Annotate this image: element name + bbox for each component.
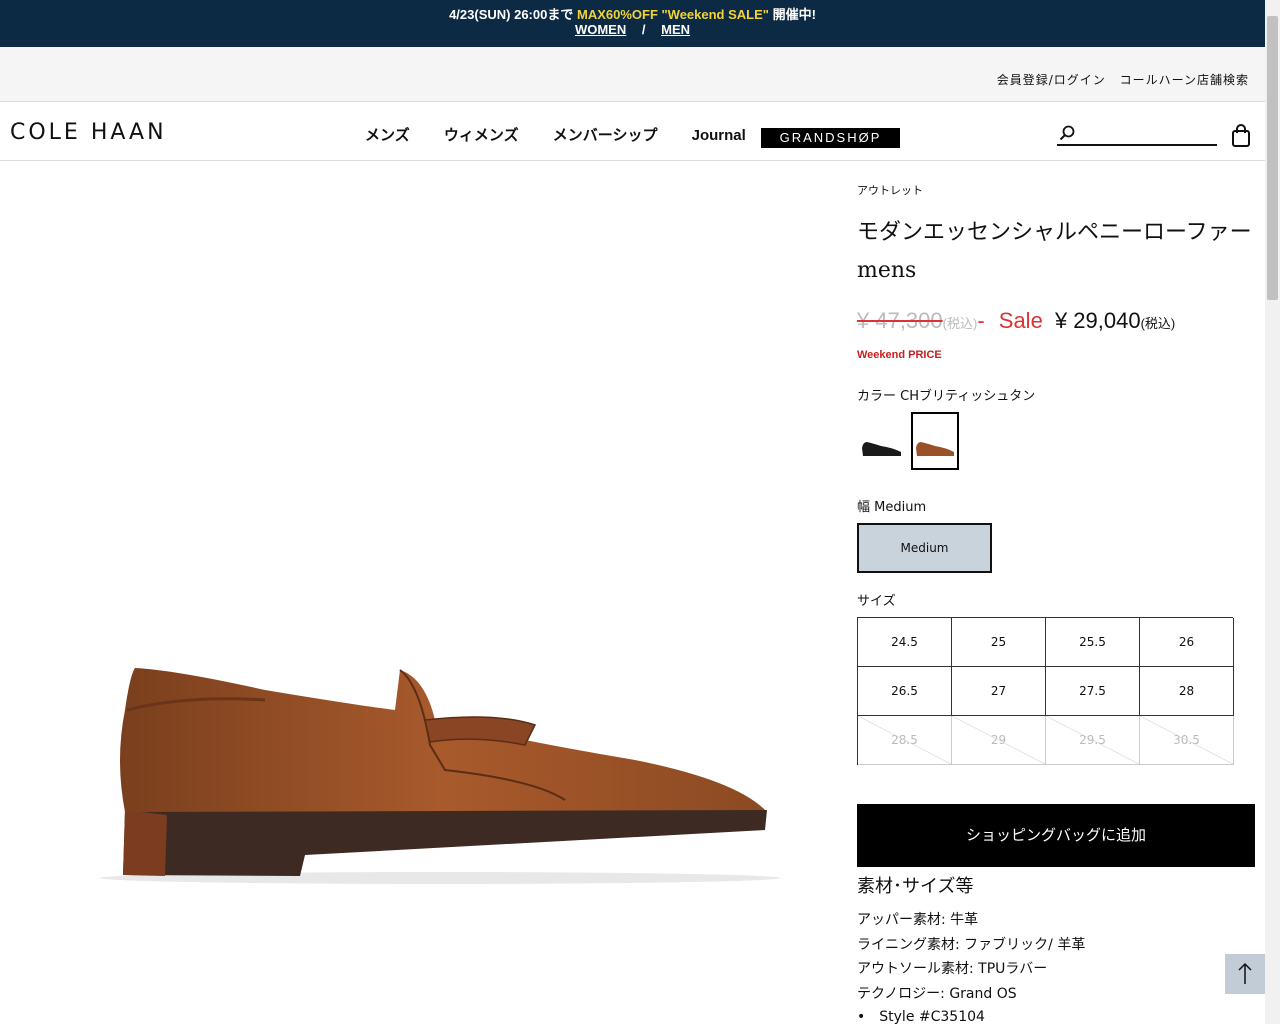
size-option[interactable]: 25.5 — [1046, 618, 1140, 667]
logo[interactable]: COLE HAAN — [10, 120, 167, 145]
shopping-bag-icon[interactable] — [1231, 124, 1251, 148]
utility-bar: 会員登録/ログイン コールハーン店舗検索 — [0, 47, 1265, 102]
price-block: ¥ 47,300(税込)- Sale ¥ 29,040(税込) — [857, 308, 1175, 334]
promo-separator: / — [641, 22, 646, 37]
size-option[interactable]: 28 — [1140, 667, 1234, 716]
style-number: Style #C35104 — [857, 1009, 985, 1025]
spec-list: アッパー素材: 牛革 ライニング素材: ファブリック/ 羊革 アウトソール素材:… — [857, 908, 1085, 1006]
color-swatch-black[interactable] — [859, 412, 907, 470]
original-tax-label: (税込) — [942, 316, 978, 331]
sale-label: Sale — [998, 308, 1043, 333]
search-input[interactable] — [1083, 124, 1213, 144]
color-swatch-british-tan[interactable] — [911, 412, 959, 470]
size-option: 30.5 — [1140, 716, 1234, 765]
sale-tax-label: (税込) — [1140, 316, 1176, 331]
original-price: ¥ 47,300 — [857, 308, 943, 333]
product-image — [100, 668, 780, 884]
promo-banner: 4/23(SUN) 26:00まで MAX60%OFF "Weekend SAL… — [0, 0, 1265, 47]
promo-women-link[interactable]: WOMEN — [575, 22, 626, 37]
arrow-up-icon[interactable] — [1225, 954, 1265, 994]
spec-upper: アッパー素材: 牛革 — [857, 912, 979, 928]
size-option[interactable]: 25 — [952, 618, 1046, 667]
scrollbar[interactable] — [1265, 0, 1280, 1024]
size-option: 29.5 — [1046, 716, 1140, 765]
search-icon[interactable] — [1059, 125, 1075, 141]
nav-item-journal[interactable]: Journal — [692, 127, 746, 144]
login-link[interactable]: 会員登録/ログイン — [997, 73, 1106, 87]
size-option[interactable]: 26 — [1140, 618, 1234, 667]
promo-suffix: 開催中! — [772, 7, 816, 22]
width-label: 幅 Medium — [857, 500, 927, 515]
search-box[interactable] — [1057, 124, 1217, 146]
width-option-medium[interactable]: Medium — [857, 523, 992, 573]
grandshop-button[interactable]: GRANDSHØP — [761, 128, 900, 148]
nav-item-womens[interactable]: ウィメンズ — [444, 127, 519, 144]
size-option: 28.5 — [858, 716, 952, 765]
price-dash: - — [977, 308, 985, 333]
size-option[interactable]: 24.5 — [858, 618, 952, 667]
nav-menu: メンズ ウィメンズ メンバーシップ Journal — [365, 124, 776, 145]
size-label: サイズ — [857, 594, 896, 609]
spec-technology: テクノロジー: Grand OS — [857, 985, 1017, 1002]
back-to-top-button[interactable] — [1225, 954, 1265, 994]
size-grid: 24.5 25 25.5 26 26.5 27 27.5 28 28.5 29 29.5 30.5 — [857, 617, 1234, 765]
product-title: モダンエッセンシャルペニーローファー mens — [857, 220, 1252, 283]
size-option[interactable]: 27.5 — [1046, 667, 1140, 716]
scrollbar-thumb[interactable] — [1267, 16, 1278, 300]
nav-item-membership[interactable]: メンバーシップ — [553, 127, 658, 144]
nav-item-mens[interactable]: メンズ — [365, 127, 410, 144]
size-option: 29 — [952, 716, 1046, 765]
color-label: カラー CHブリティッシュタン — [857, 389, 1036, 404]
spec-heading: 素材･サイズ等 — [857, 876, 974, 897]
weekend-price-label: Weekend PRICE — [857, 349, 942, 361]
main-nav: COLE HAAN メンズ ウィメンズ メンバーシップ Journal GRAN… — [0, 102, 1265, 161]
size-option[interactable]: 26.5 — [858, 667, 952, 716]
breadcrumb[interactable]: アウトレット — [857, 182, 923, 198]
sale-price: ¥ 29,040 — [1054, 308, 1141, 333]
size-option[interactable]: 27 — [952, 667, 1046, 716]
spec-outsole: アウトソール素材: TPUラバー — [857, 961, 1048, 977]
store-search-link[interactable]: コールハーン店舗検索 — [1120, 73, 1249, 87]
promo-highlight: MAX60%OFF "Weekend SALE" — [576, 7, 769, 22]
spec-lining: ライニング素材: ファブリック/ 羊革 — [857, 936, 1086, 953]
promo-date: 4/23(SUN) 26:00まで — [449, 7, 574, 22]
promo-men-link[interactable]: MEN — [661, 22, 690, 37]
add-to-bag-button[interactable]: ショッピングバッグに追加 — [857, 804, 1255, 867]
